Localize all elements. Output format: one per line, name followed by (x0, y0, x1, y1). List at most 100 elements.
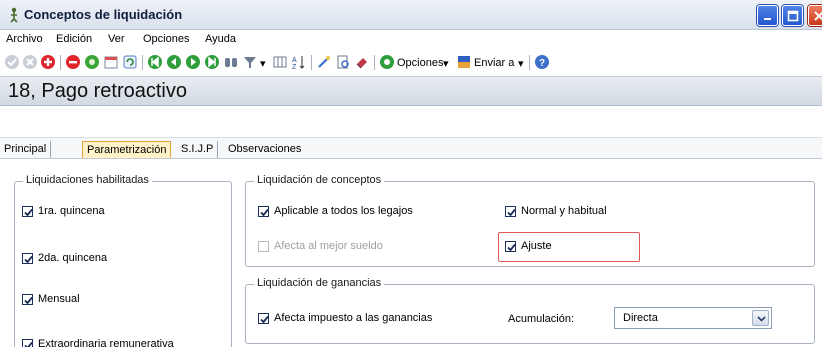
first-record-icon[interactable] (147, 54, 163, 70)
columns-icon[interactable] (272, 54, 288, 70)
maximize-icon (787, 10, 799, 22)
tab-principal[interactable]: Principal (0, 141, 52, 158)
sort-icon[interactable]: AZ (291, 54, 307, 70)
close-icon (814, 11, 822, 21)
preview-icon[interactable] (335, 54, 351, 70)
filter-icon[interactable] (242, 54, 258, 70)
checkbox-box[interactable] (505, 205, 516, 217)
tab-sijp[interactable]: S.I.J.P (177, 141, 219, 158)
delete-icon[interactable] (65, 54, 81, 70)
checkbox-box[interactable] (505, 240, 516, 252)
dropdown-button[interactable] (752, 310, 769, 326)
enviar-a-button[interactable]: Enviar a (474, 57, 514, 69)
checkmark-icon (24, 255, 33, 263)
menu-bar: Archivo Edición Ver Opciones Ayuda (0, 30, 822, 50)
menu-ayuda[interactable]: Ayuda (205, 33, 236, 45)
checkbox-label: Normal y habitual (521, 205, 607, 217)
minimize-icon (764, 18, 771, 20)
toolbar-separator (142, 55, 143, 70)
checkbox-1ra-quincena[interactable]: 1ra. quincena (22, 205, 105, 217)
options-icon[interactable] (379, 54, 395, 70)
checkbox-box[interactable] (22, 205, 33, 217)
help-icon[interactable]: ? (534, 54, 550, 70)
chevron-down-icon (757, 316, 766, 322)
checkbox-normal-habitual[interactable]: Normal y habitual (505, 205, 607, 217)
checkbox-mensual[interactable]: Mensual (22, 293, 80, 305)
binoculars-icon[interactable] (223, 54, 239, 70)
close-button[interactable] (808, 5, 822, 26)
checkbox-box[interactable] (22, 293, 33, 305)
checkbox-box[interactable] (258, 312, 269, 324)
checkbox-2da-quincena[interactable]: 2da. quincena (22, 252, 107, 264)
checkmark-icon (260, 208, 269, 216)
ok-icon[interactable] (4, 54, 20, 70)
checkbox-label: Mensual (38, 293, 80, 305)
checkmark-icon (507, 208, 516, 216)
next-record-icon[interactable] (185, 54, 201, 70)
liquidaciones-habilitadas-legend: Liquidaciones habilitadas (23, 174, 152, 186)
opciones-dropdown-arrow-icon[interactable]: ▾ (443, 57, 449, 70)
toolbar-separator (529, 55, 530, 70)
toolbar-separator (374, 55, 375, 70)
checkbox-box (258, 240, 269, 252)
menu-edicion[interactable]: Edición (56, 33, 92, 45)
checkbox-label: Afecta impuesto a las ganancias (274, 312, 433, 324)
checkbox-label: 2da. quincena (38, 252, 108, 264)
refresh-icon[interactable] (122, 54, 138, 70)
checkmark-icon (507, 243, 516, 251)
checkmark-icon (24, 341, 33, 347)
enviar-dropdown-arrow-icon[interactable]: ▾ (518, 57, 524, 70)
svg-text:A: A (292, 57, 297, 64)
checkbox-label: Aplicable a todos los legajos (274, 205, 413, 217)
checkbox-label: 1ra. quincena (38, 205, 105, 217)
checkbox-afecta-impuesto-ganancias[interactable]: Afecta impuesto a las ganancias (258, 312, 432, 324)
page-title: 18, Pago retroactivo (8, 80, 187, 102)
toolbar: ▾ AZ Opciones ▾ Enviar a ▾ ? (0, 50, 822, 76)
edit-icon[interactable] (84, 54, 100, 70)
eraser-icon[interactable] (354, 54, 370, 70)
checkbox-ajuste[interactable]: Ajuste (505, 240, 552, 252)
acumulacion-value: Directa (623, 312, 658, 324)
checkmark-icon (24, 296, 33, 304)
checkbox-box[interactable] (258, 205, 269, 217)
add-icon[interactable] (40, 54, 56, 70)
maximize-button[interactable] (782, 5, 803, 26)
liquidacion-conceptos-legend: Liquidación de conceptos (254, 174, 385, 186)
menu-opciones[interactable]: Opciones (143, 33, 189, 45)
checkbox-afecta-mejor-sueldo: Afecta al mejor sueldo (258, 240, 383, 252)
checkbox-label: Ajuste (521, 240, 552, 252)
title-bar: Conceptos de liquidación (0, 0, 822, 30)
cancel-icon[interactable] (22, 54, 38, 70)
checkbox-extraordinaria-remunerativa[interactable]: Extraordinaria remunerativa (22, 338, 174, 347)
minimize-button[interactable] (757, 5, 778, 26)
opciones-button[interactable]: Opciones (397, 57, 443, 69)
checkmark-icon (24, 208, 33, 216)
tab-parametrizacion[interactable]: Parametrización (82, 141, 172, 158)
checkbox-label: Extraordinaria remunerativa (38, 338, 174, 347)
app-icon (10, 7, 18, 23)
toolbar-separator (311, 55, 312, 70)
checkbox-box[interactable] (22, 338, 33, 347)
liquidacion-ganancias-legend: Liquidación de ganancias (254, 277, 385, 289)
last-record-icon[interactable] (204, 54, 220, 70)
tab-observaciones[interactable]: Observaciones (224, 141, 305, 158)
checkmark-icon (260, 315, 269, 323)
checkbox-box[interactable] (22, 252, 33, 264)
previous-record-icon[interactable] (166, 54, 182, 70)
calendar-icon[interactable] (103, 54, 119, 70)
menu-archivo[interactable]: Archivo (6, 33, 43, 45)
wand-icon[interactable] (316, 54, 332, 70)
filter-dropdown-arrow-icon[interactable]: ▾ (260, 57, 266, 70)
tab-bar: Principal Parametrización S.I.J.P Observ… (0, 137, 822, 159)
send-to-icon[interactable] (456, 54, 472, 70)
acumulacion-label: Acumulación: (508, 313, 575, 325)
menu-ver[interactable]: Ver (108, 33, 125, 45)
acumulacion-select[interactable]: Directa (614, 307, 772, 329)
record-header: 18, Pago retroactivo (0, 76, 822, 106)
toolbar-separator (60, 55, 61, 70)
checkbox-aplicable-todos-legajos[interactable]: Aplicable a todos los legajos (258, 205, 413, 217)
svg-text:?: ? (539, 58, 545, 69)
svg-text:Z: Z (292, 64, 297, 70)
window-title: Conceptos de liquidación (24, 7, 183, 22)
checkbox-label: Afecta al mejor sueldo (274, 240, 383, 252)
